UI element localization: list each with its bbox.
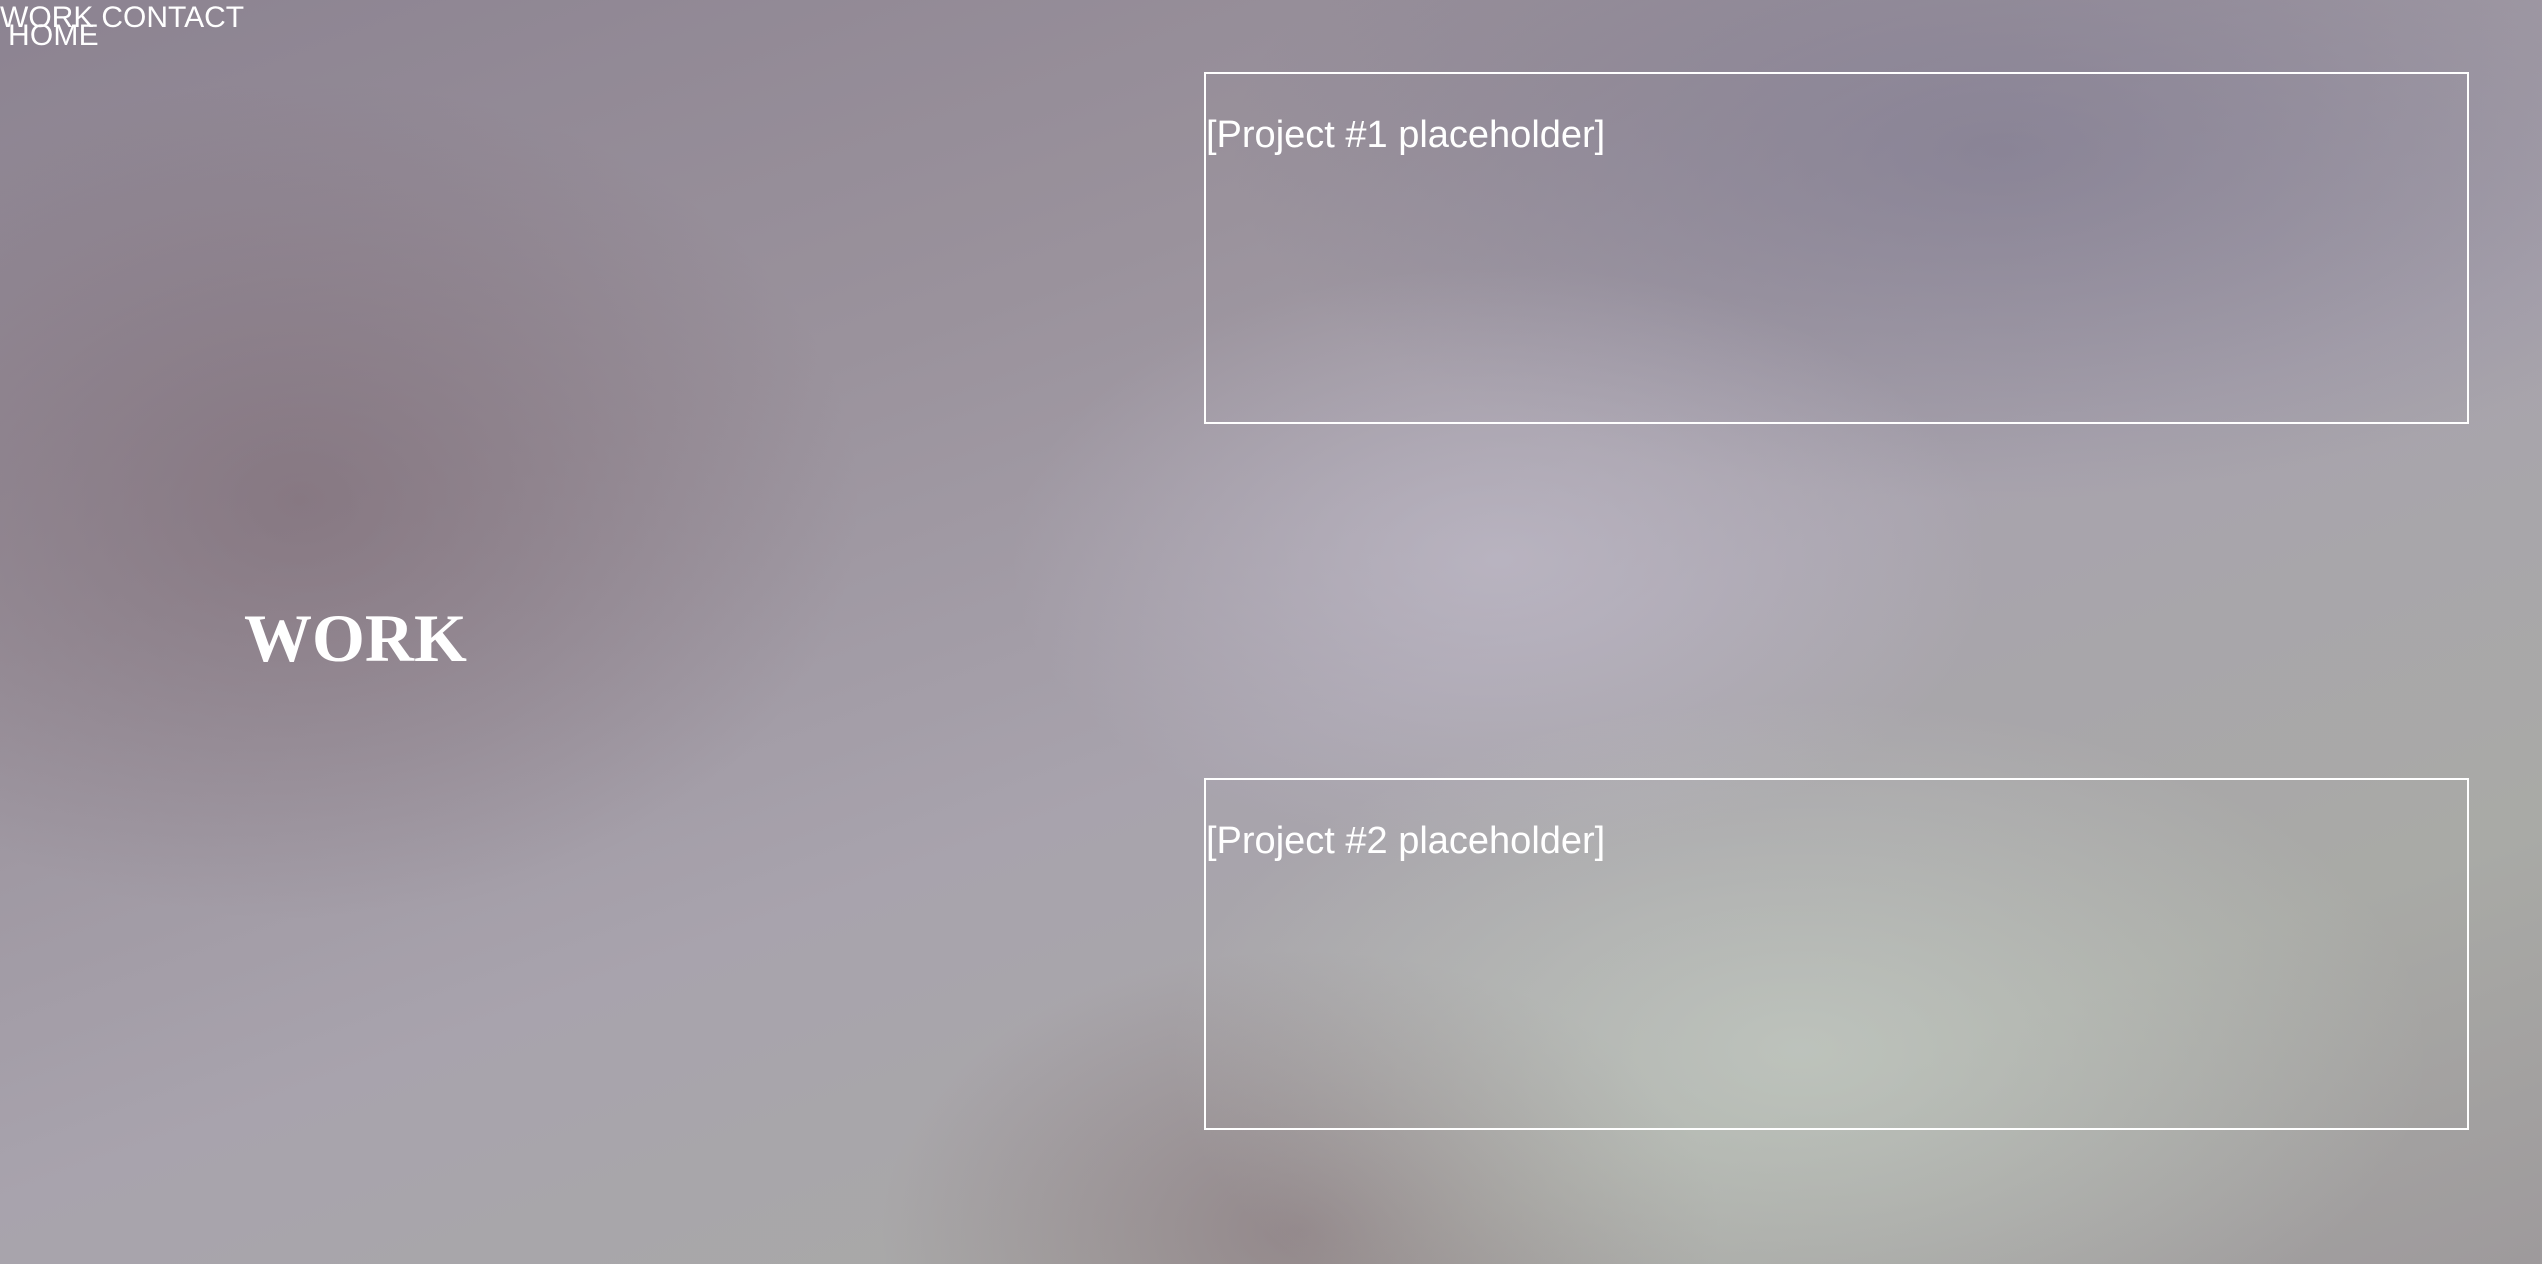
project-label: [Project #2 placeholder] bbox=[1206, 820, 1606, 862]
project-label: [Project #1 placeholder] bbox=[1206, 114, 1606, 156]
project-card-2[interactable]: [Project #2 placeholder] bbox=[1204, 778, 2469, 1130]
nav-contact-link[interactable]: CONTACT bbox=[101, 0, 244, 36]
project-card-1[interactable]: [Project #1 placeholder] bbox=[1204, 72, 2469, 424]
nav-home-link[interactable]: HOME bbox=[8, 18, 99, 54]
page: { "nav": { "home_label": "HOME", "work_l… bbox=[0, 0, 2542, 1264]
top-nav-right: WORK CONTACT bbox=[0, 0, 2542, 36]
section-title: WORK bbox=[244, 600, 467, 676]
